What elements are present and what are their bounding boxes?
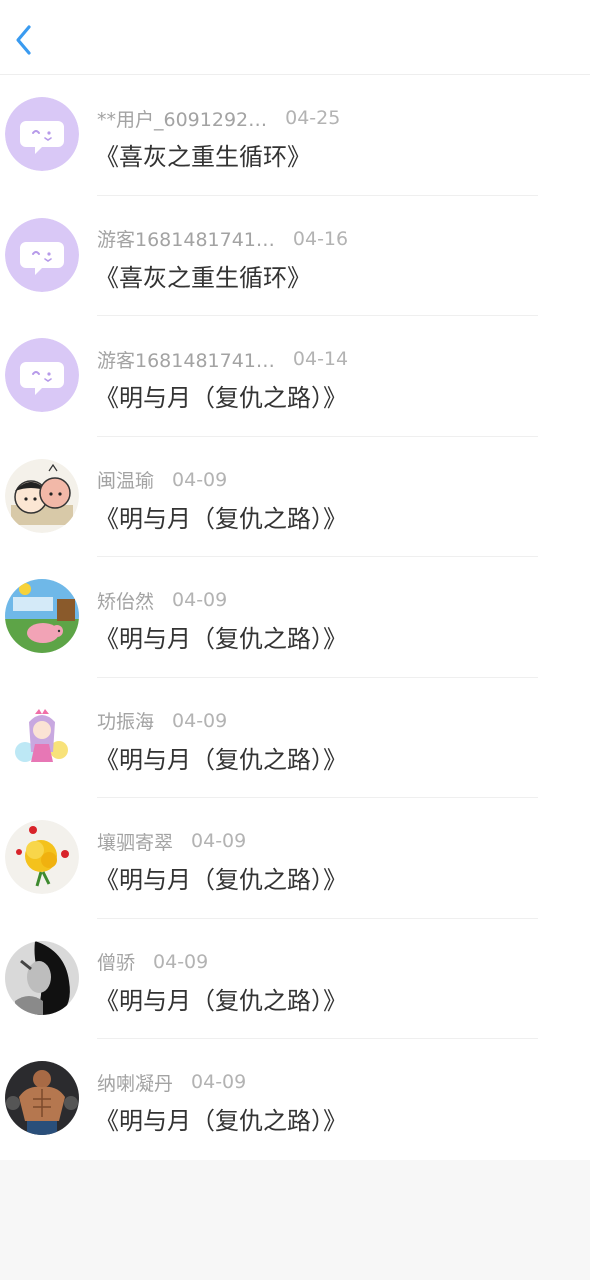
list-item[interactable]: 纳喇凝丹 04-09 《明与月（复仇之路）》 bbox=[0, 1039, 590, 1160]
list-item[interactable]: 僧骄 04-09 《明与月（复仇之路）》 bbox=[0, 919, 590, 1040]
user-name: 闽温瑜 bbox=[97, 470, 155, 492]
item-date: 04-25 bbox=[285, 107, 341, 129]
cartoon-faces-avatar[interactable] bbox=[5, 458, 79, 533]
user-name: **用户_6091292… bbox=[97, 108, 268, 131]
book-title[interactable]: 《喜灰之重生循环》 bbox=[95, 258, 311, 293]
item-date: 04-09 bbox=[172, 709, 228, 732]
item-meta: 闽温瑜 04-09 bbox=[97, 466, 227, 494]
user-name: 游客1681481741… bbox=[97, 229, 275, 251]
list-item[interactable]: 功振海 04-09 《明与月（复仇之路）》 bbox=[0, 678, 590, 799]
item-date: 04-09 bbox=[172, 589, 228, 611]
item-meta: 游客1681481741… 04-16 bbox=[97, 225, 348, 253]
book-title[interactable]: 《明与月（复仇之路）》 bbox=[95, 740, 347, 775]
muscle-man-avatar[interactable] bbox=[5, 1061, 79, 1135]
item-meta: 矫佁然 04-09 bbox=[97, 586, 227, 614]
book-title[interactable]: 《明与月（复仇之路）》 bbox=[95, 499, 347, 534]
user-name: 矫佁然 bbox=[97, 590, 155, 613]
list-item[interactable]: **用户_6091292… 04-25 《喜灰之重生循环》 bbox=[0, 75, 590, 196]
default-chat-avatar[interactable] bbox=[5, 338, 79, 412]
item-meta: 游客1681481741… 04-14 bbox=[97, 345, 348, 373]
item-meta: 僧骄 04-09 bbox=[97, 948, 208, 976]
list-item[interactable]: 闽温瑜 04-09 《明与月（复仇之路）》 bbox=[0, 437, 590, 558]
item-meta: 纳喇凝丹 04-09 bbox=[97, 1068, 246, 1096]
chevron-left-icon bbox=[16, 25, 31, 55]
item-date: 04-09 bbox=[191, 830, 247, 852]
book-title[interactable]: 《明与月（复仇之路）》 bbox=[95, 619, 347, 654]
user-name: 纳喇凝丹 bbox=[97, 1072, 174, 1095]
item-meta: 壤驷寄翠 04-09 bbox=[97, 827, 246, 855]
top-bar bbox=[0, 0, 590, 75]
user-name: 壤驷寄翠 bbox=[97, 831, 174, 854]
list-item[interactable]: 矫佁然 04-09 《明与月（复仇之路）》 bbox=[0, 557, 590, 678]
item-date: 04-14 bbox=[292, 348, 349, 370]
back-button[interactable] bbox=[0, 16, 48, 64]
list-item[interactable]: 游客1681481741… 04-16 《喜灰之重生循环》 bbox=[0, 196, 590, 317]
book-title[interactable]: 《明与月（复仇之路）》 bbox=[95, 981, 347, 1016]
default-chat-avatar[interactable] bbox=[5, 217, 79, 292]
book-title[interactable]: 《喜灰之重生循环》 bbox=[95, 137, 311, 172]
book-title[interactable]: 《明与月（复仇之路）》 bbox=[95, 1101, 347, 1136]
item-date: 04-09 bbox=[172, 468, 228, 491]
book-title[interactable]: 《明与月（复仇之路）》 bbox=[95, 378, 347, 413]
item-date: 04-16 bbox=[292, 227, 349, 250]
default-chat-avatar[interactable] bbox=[5, 97, 79, 171]
reply-list: **用户_6091292… 04-25 《喜灰之重生循环》 游客16814817… bbox=[0, 75, 590, 1160]
book-title[interactable]: 《明与月（复仇之路）》 bbox=[95, 860, 347, 895]
item-date: 04-09 bbox=[191, 1071, 247, 1093]
item-date: 04-09 bbox=[153, 950, 209, 973]
bw-portrait-avatar[interactable] bbox=[5, 940, 79, 1015]
pig-farm-avatar[interactable] bbox=[5, 579, 79, 653]
flower-avatar[interactable] bbox=[5, 820, 79, 894]
anime-girl-avatar[interactable] bbox=[5, 699, 79, 774]
list-item[interactable]: 游客1681481741… 04-14 《明与月（复仇之路）》 bbox=[0, 316, 590, 437]
list-item[interactable]: 壤驷寄翠 04-09 《明与月（复仇之路）》 bbox=[0, 798, 590, 919]
item-meta: 功振海 04-09 bbox=[97, 707, 227, 735]
user-name: 功振海 bbox=[97, 711, 155, 733]
user-name: 僧骄 bbox=[97, 952, 136, 974]
user-name: 游客1681481741… bbox=[97, 349, 275, 372]
item-meta: **用户_6091292… 04-25 bbox=[97, 104, 340, 132]
